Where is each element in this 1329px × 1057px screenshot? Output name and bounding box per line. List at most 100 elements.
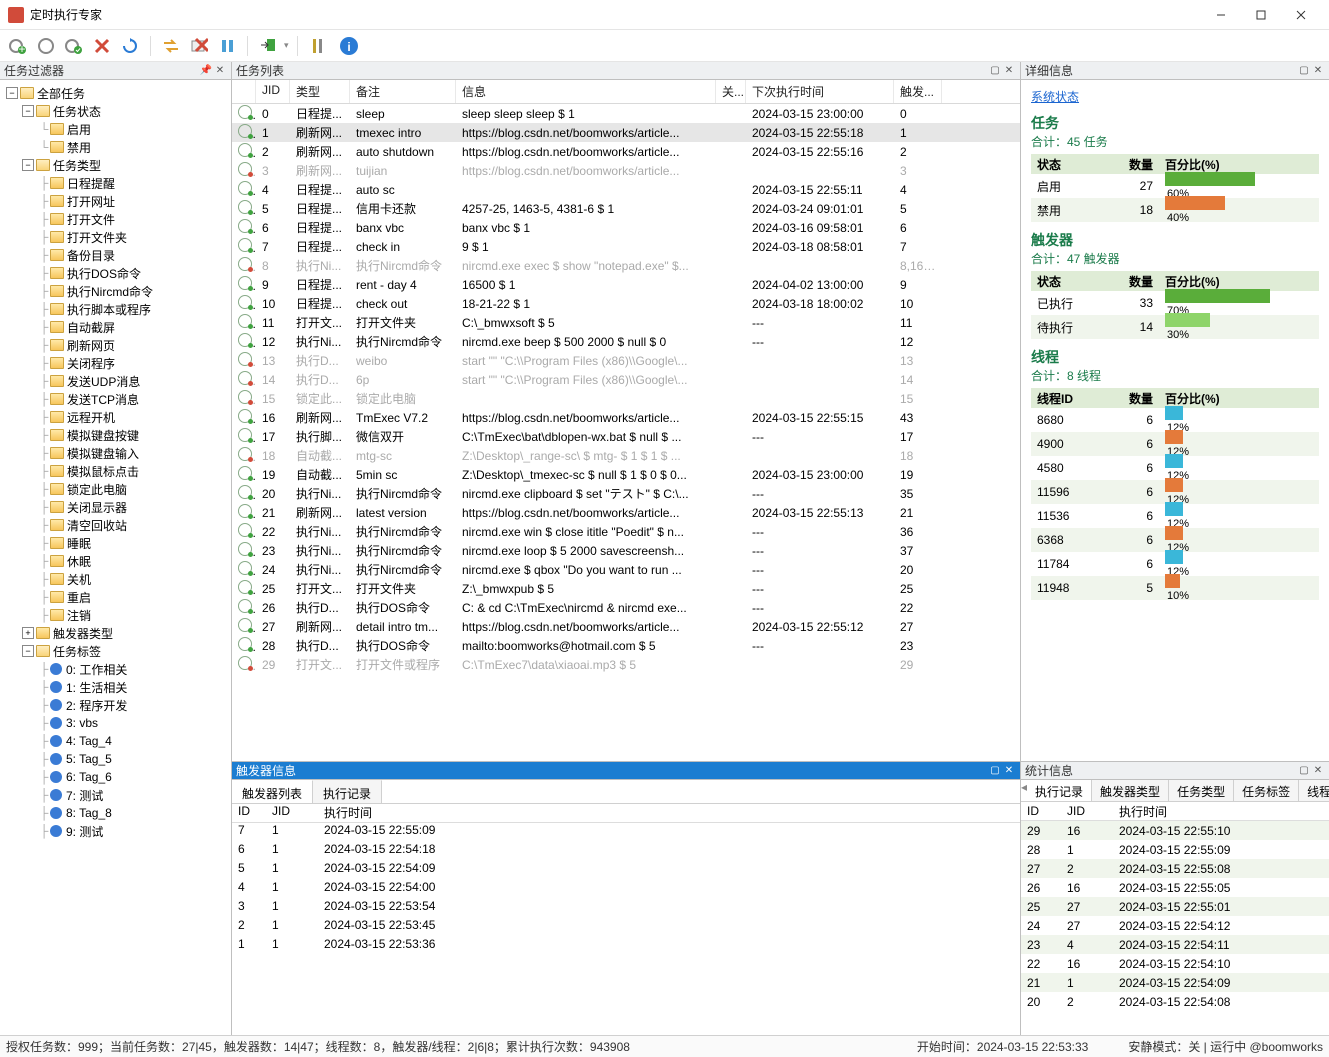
task-row[interactable]: 20执行Ni...执行Nircmd命令nircmd.exe clipboard … [232, 484, 1020, 503]
task-row[interactable]: 27刷新网...detail intro tm...https://blog.c… [232, 617, 1020, 636]
tree-node[interactable]: ├7: 测试 [2, 786, 229, 804]
pin-icon[interactable]: ▢ [1297, 64, 1311, 78]
task-row[interactable]: 10日程提...check out18-21-22 $ 12024-03-18 … [232, 294, 1020, 313]
task-row[interactable]: 13执行D...weibostart "" "C:\\Program Files… [232, 351, 1020, 370]
tree-node[interactable]: ├锁定此电脑 [2, 480, 229, 498]
tree-node[interactable]: ├发送TCP消息 [2, 390, 229, 408]
tree-node[interactable]: ├模拟键盘按键 [2, 426, 229, 444]
close-icon[interactable]: ✕ [1311, 64, 1325, 78]
minimize-button[interactable] [1201, 1, 1241, 29]
stats-row[interactable]: 24272024-03-15 22:54:12 [1021, 916, 1329, 935]
stats-tab[interactable]: 任务标签 [1234, 780, 1299, 801]
tree-node[interactable]: ├执行Nircmd命令 [2, 282, 229, 300]
task-row[interactable]: 14执行D...6pstart "" "C:\\Program Files (x… [232, 370, 1020, 389]
pause-button[interactable] [215, 34, 239, 58]
stats-grid[interactable]: IDJID执行时间 29162024-03-15 22:55:102812024… [1021, 802, 1329, 1035]
pin-icon[interactable]: 📌 [199, 64, 213, 78]
col-jid[interactable]: JID [256, 80, 290, 103]
stats-row[interactable]: 26162024-03-15 22:55:05 [1021, 878, 1329, 897]
task-row[interactable]: 18自动截...mtg-scZ:\Desktop\_range-sc\ $ mt… [232, 446, 1020, 465]
info-button[interactable]: i [338, 35, 360, 57]
task-row[interactable]: 3刷新网...tuijianhttps://blog.csdn.net/boom… [232, 161, 1020, 180]
tree-node[interactable]: ├关闭显示器 [2, 498, 229, 516]
task-grid[interactable]: JID 类型 备注 信息 关... 下次执行时间 触发... 0日程提...sl… [232, 80, 1020, 761]
tree-node[interactable]: ├打开网址 [2, 192, 229, 210]
task-row[interactable]: 16刷新网...TmExec V7.2https://blog.csdn.net… [232, 408, 1020, 427]
delete-button[interactable] [90, 34, 114, 58]
task-row[interactable]: 26执行D...执行DOS命令C: & cd C:\TmExec\nircmd … [232, 598, 1020, 617]
col-rel[interactable]: 关... [716, 80, 746, 103]
stats-row[interactable]: 2112024-03-15 22:54:09 [1021, 973, 1329, 992]
task-row[interactable]: 11打开文...打开文件夹C:\_bmwxsoft $ 5---11 [232, 313, 1020, 332]
tree-node[interactable]: ├8: Tag_8 [2, 804, 229, 822]
tab-exec-log[interactable]: 执行记录 [313, 780, 382, 803]
add-task-button[interactable]: + [6, 34, 30, 58]
tree-node[interactable]: ├日程提醒 [2, 174, 229, 192]
tree-node[interactable]: +触发器类型 [2, 624, 229, 642]
tree-node[interactable]: ├清空回收站 [2, 516, 229, 534]
col-trig[interactable]: 触发... [894, 80, 942, 103]
maximize-button[interactable] [1241, 1, 1281, 29]
tree-node[interactable]: ├关机 [2, 570, 229, 588]
tree-node[interactable]: ├3: vbs [2, 714, 229, 732]
tree-node[interactable]: ├自动截屏 [2, 318, 229, 336]
tree-node[interactable]: ├6: Tag_6 [2, 768, 229, 786]
remove-button[interactable] [187, 34, 211, 58]
pin-icon[interactable]: ▢ [988, 764, 1002, 778]
filter-tree[interactable]: −全部任务−任务状态└启用└禁用−任务类型├日程提醒├打开网址├打开文件├打开文… [0, 80, 231, 1035]
tree-node[interactable]: ├1: 生活相关 [2, 678, 229, 696]
stats-row[interactable]: 29162024-03-15 22:55:10 [1021, 821, 1329, 840]
tree-node[interactable]: ├休眠 [2, 552, 229, 570]
settings-button[interactable] [306, 34, 330, 58]
close-icon[interactable]: ✕ [1002, 64, 1016, 78]
task-row[interactable]: 7日程提...check in9 $ 12024-03-18 08:58:017 [232, 237, 1020, 256]
stats-tab[interactable]: 任务类型 [1169, 780, 1234, 801]
edit-task-button[interactable] [34, 34, 58, 58]
tree-node[interactable]: ├模拟鼠标点击 [2, 462, 229, 480]
task-row[interactable]: 15锁定此...锁定此电脑15 [232, 389, 1020, 408]
task-row[interactable]: 5日程提...信用卡还款4257-25, 1463-5, 4381-6 $ 12… [232, 199, 1020, 218]
tree-node[interactable]: ├打开文件 [2, 210, 229, 228]
task-row[interactable]: 22执行Ni...执行Nircmd命令nircmd.exe win $ clos… [232, 522, 1020, 541]
tree-node[interactable]: ├0: 工作相关 [2, 660, 229, 678]
trigger-row[interactable]: 312024-03-15 22:53:54 [232, 899, 1020, 918]
system-status-link[interactable]: 系统状态 [1031, 90, 1079, 104]
tree-node[interactable]: ├刷新网页 [2, 336, 229, 354]
task-row[interactable]: 24执行Ni...执行Nircmd命令nircmd.exe $ qbox "Do… [232, 560, 1020, 579]
task-row[interactable]: 4日程提...auto sc2024-03-15 22:55:114 [232, 180, 1020, 199]
close-icon[interactable]: ✕ [1311, 764, 1325, 778]
confirm-task-button[interactable] [62, 34, 86, 58]
tree-node[interactable]: ├远程开机 [2, 408, 229, 426]
task-row[interactable]: 19自动截...5min scZ:\Desktop\_tmexec-sc $ n… [232, 465, 1020, 484]
stats-tab[interactable]: 执行记录 [1027, 780, 1092, 801]
task-row[interactable]: 8执行Ni...执行Nircmd命令nircmd.exe exec $ show… [232, 256, 1020, 275]
task-row[interactable]: 21刷新网...latest versionhttps://blog.csdn.… [232, 503, 1020, 522]
refresh-button[interactable] [118, 34, 142, 58]
tree-node[interactable]: ├模拟键盘输入 [2, 444, 229, 462]
export-button[interactable] [256, 34, 280, 58]
trigger-row[interactable]: 212024-03-15 22:53:45 [232, 918, 1020, 937]
task-row[interactable]: 6日程提...banx vbcbanx vbc $ 12024-03-16 09… [232, 218, 1020, 237]
tab-trigger-list[interactable]: 触发器列表 [232, 780, 313, 803]
tree-node[interactable]: ├2: 程序开发 [2, 696, 229, 714]
task-row[interactable]: 9日程提...rent - day 416500 $ 12024-04-02 1… [232, 275, 1020, 294]
tree-node[interactable]: ├注销 [2, 606, 229, 624]
tree-node[interactable]: −任务类型 [2, 156, 229, 174]
pin-icon[interactable]: ▢ [988, 64, 1002, 78]
tree-node[interactable]: ├执行脚本或程序 [2, 300, 229, 318]
tree-node[interactable]: ├关闭程序 [2, 354, 229, 372]
tree-node[interactable]: ├备份目录 [2, 246, 229, 264]
task-row[interactable]: 25打开文...打开文件夹Z:\_bmwxpub $ 5---25 [232, 579, 1020, 598]
trigger-row[interactable]: 112024-03-15 22:53:36 [232, 937, 1020, 956]
task-row[interactable]: 29打开文...打开文件或程序C:\TmExec7\data\xiaoai.mp… [232, 655, 1020, 674]
tree-node[interactable]: ├9: 测试 [2, 822, 229, 840]
close-icon[interactable]: ✕ [1002, 764, 1016, 778]
stats-row[interactable]: 2722024-03-15 22:55:08 [1021, 859, 1329, 878]
stats-row[interactable]: 22162024-03-15 22:54:10 [1021, 954, 1329, 973]
task-row[interactable]: 0日程提...sleepsleep sleep sleep $ 12024-03… [232, 104, 1020, 123]
col-info[interactable]: 信息 [456, 80, 716, 103]
tree-node[interactable]: ├4: Tag_4 [2, 732, 229, 750]
stats-row[interactable]: 25272024-03-15 22:55:01 [1021, 897, 1329, 916]
tree-node[interactable]: −任务标签 [2, 642, 229, 660]
stats-tab[interactable]: 线程 [1299, 780, 1329, 801]
